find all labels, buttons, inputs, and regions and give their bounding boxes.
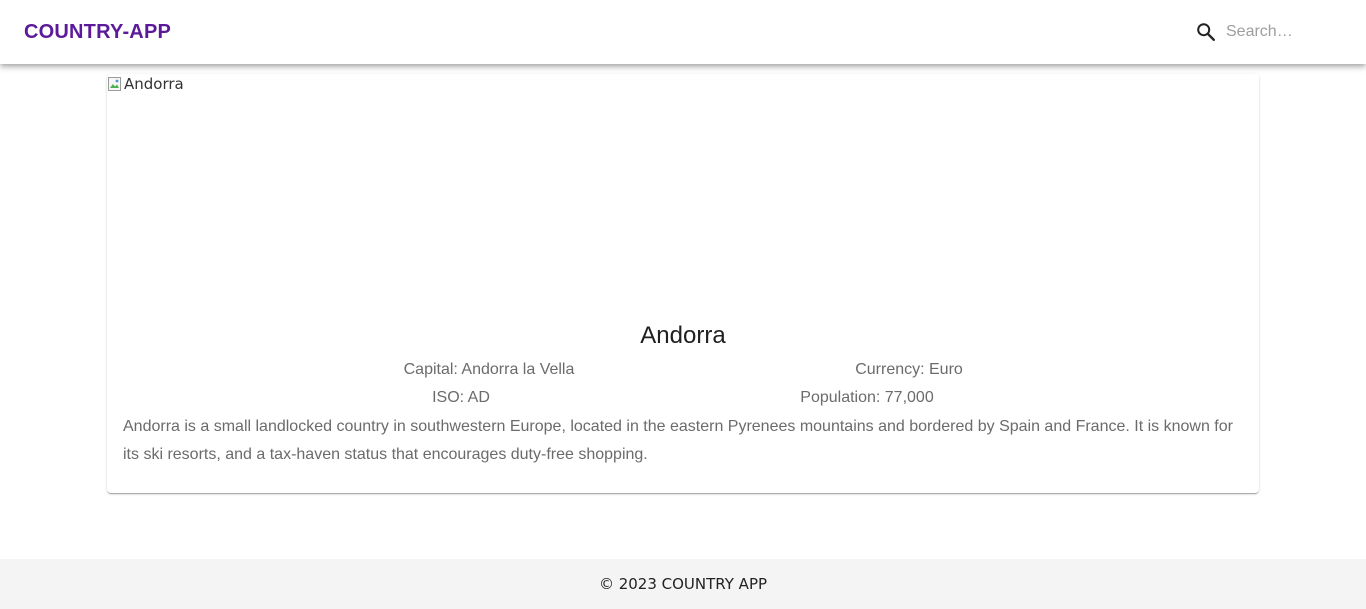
search-box[interactable] [1186,14,1356,50]
broken-image-icon [107,76,123,92]
app-bar: COUNTRY-APP [0,0,1366,64]
footer-copyright: © 2023 COUNTRY APP [598,575,768,593]
country-description: Andorra is a small landlocked country in… [123,418,1233,463]
flag-alt-text: Andorra [124,75,184,93]
country-population: Population: 77,000 [800,389,934,406]
country-name: Andorra [640,322,726,349]
footer: © 2023 COUNTRY APP [0,559,1366,609]
country-flag-image: Andorra [107,74,1259,314]
country-iso: ISO: AD [432,389,490,406]
country-card: Andorra Andorra Capital: Andorra la Vell… [107,74,1259,493]
broken-image: Andorra [107,75,184,93]
search-input[interactable] [1226,14,1350,50]
app-brand[interactable]: COUNTRY-APP [24,20,171,44]
country-currency: Currency: Euro [855,361,963,378]
search-icon[interactable] [1186,14,1226,50]
country-capital: Capital: Andorra la Vella [403,361,575,378]
